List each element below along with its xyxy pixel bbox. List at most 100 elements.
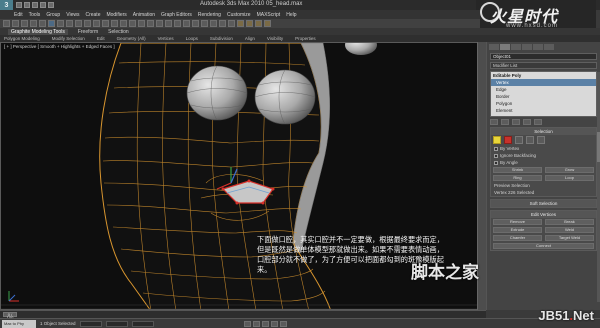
selection-region-icon[interactable] xyxy=(66,20,73,27)
remove-button[interactable]: Remove xyxy=(493,219,542,225)
ribbon-align[interactable]: Align xyxy=(245,36,255,41)
ribbon-modify-selection[interactable]: Modify Selection xyxy=(52,36,85,41)
spinner-snap-icon[interactable] xyxy=(165,20,172,27)
redo-icon[interactable] xyxy=(48,2,54,8)
create-tab-icon[interactable] xyxy=(489,44,499,50)
soft-selection-title[interactable]: Soft Selection xyxy=(491,200,596,207)
pin-stack-icon[interactable] xyxy=(490,119,498,125)
menu-views[interactable]: Views xyxy=(66,12,79,18)
application-button[interactable]: 3 xyxy=(0,0,13,10)
utilities-tab-icon[interactable] xyxy=(544,44,554,50)
select-object-icon[interactable] xyxy=(48,20,55,27)
shrink-button[interactable]: Shrink xyxy=(493,167,542,173)
ring-button[interactable]: Ring xyxy=(493,175,542,181)
menu-edit[interactable]: Edit xyxy=(14,12,23,18)
ribbon-vertices[interactable]: Vertices xyxy=(158,36,174,41)
tab-selection[interactable]: Selection xyxy=(108,29,129,35)
go-to-start-icon[interactable] xyxy=(243,320,251,327)
pivot-center-icon[interactable] xyxy=(120,20,127,27)
remove-modifier-icon[interactable] xyxy=(523,119,531,125)
named-selection-icon[interactable] xyxy=(174,20,181,27)
ribbon-properties[interactable]: Properties xyxy=(295,36,316,41)
stack-item-polygon[interactable]: Polygon xyxy=(491,100,596,107)
ribbon-visibility[interactable]: Visibility xyxy=(267,36,283,41)
bind-space-warp-icon[interactable] xyxy=(39,20,46,27)
edit-vertices-title[interactable]: Edit Vertices xyxy=(491,211,596,218)
percent-snap-icon[interactable] xyxy=(156,20,163,27)
next-frame-icon[interactable] xyxy=(270,320,278,327)
stack-item-edge[interactable]: Edge xyxy=(491,86,596,93)
vertex-level-icon[interactable] xyxy=(493,136,501,144)
align-icon[interactable] xyxy=(192,20,199,27)
make-unique-icon[interactable] xyxy=(512,119,520,125)
ribbon-polygon-modeling[interactable]: Polygon Modeling xyxy=(4,36,40,41)
polygon-level-icon[interactable] xyxy=(526,136,534,144)
redo-tool-icon[interactable] xyxy=(12,20,19,27)
grow-button[interactable]: Grow xyxy=(545,167,594,173)
quick-render-icon[interactable] xyxy=(264,20,271,27)
save-file-icon[interactable] xyxy=(32,2,38,8)
menu-help[interactable]: Help xyxy=(286,12,296,18)
menu-maxscript[interactable]: MAXScript xyxy=(257,12,281,18)
maxscript-listener[interactable]: Max to Phy xyxy=(2,319,36,328)
tab-graphite-modeling[interactable]: Graphite Modeling Tools xyxy=(8,28,68,35)
stack-item-element[interactable]: Element xyxy=(491,107,596,114)
loop-button[interactable]: Loop xyxy=(545,175,594,181)
window-crossing-icon[interactable] xyxy=(75,20,82,27)
z-coordinate-field[interactable] xyxy=(131,320,154,327)
graphite-toggle-icon[interactable] xyxy=(210,20,217,27)
reference-coord-icon[interactable] xyxy=(111,20,118,27)
timeline[interactable]: 0 / 100 xyxy=(0,310,486,320)
menu-modifiers[interactable]: Modifiers xyxy=(106,12,126,18)
menu-animation[interactable]: Animation xyxy=(133,12,155,18)
render-setup-icon[interactable] xyxy=(246,20,253,27)
break-button[interactable]: Break xyxy=(545,219,594,225)
new-file-icon[interactable] xyxy=(16,2,22,8)
motion-tab-icon[interactable] xyxy=(522,44,532,50)
menu-graph-editors[interactable]: Graph Editors xyxy=(161,12,192,18)
target-weld-button[interactable]: Target Weld xyxy=(545,235,594,241)
snap-toggle-icon[interactable] xyxy=(138,20,145,27)
stack-editable-poly[interactable]: Editable Poly xyxy=(491,72,596,79)
mirror-icon[interactable] xyxy=(183,20,190,27)
select-scale-icon[interactable] xyxy=(102,20,109,27)
modify-tab-icon[interactable] xyxy=(500,44,510,50)
perspective-viewport[interactable]: [ + ] Perspective [ Smooth + Highlights … xyxy=(0,42,486,310)
ribbon-subdivision[interactable]: Subdivision xyxy=(210,36,233,41)
element-level-icon[interactable] xyxy=(537,136,545,144)
layer-manager-icon[interactable] xyxy=(201,20,208,27)
unlink-icon[interactable] xyxy=(30,20,37,27)
undo-tool-icon[interactable] xyxy=(3,20,10,27)
selection-rollout-title[interactable]: Selection xyxy=(491,128,596,135)
menu-customize[interactable]: Customize xyxy=(227,12,251,18)
link-icon[interactable] xyxy=(21,20,28,27)
y-coordinate-field[interactable] xyxy=(105,320,128,327)
menu-group[interactable]: Group xyxy=(46,12,60,18)
undo-icon[interactable] xyxy=(40,2,46,8)
configure-sets-icon[interactable] xyxy=(534,119,542,125)
select-rotate-icon[interactable] xyxy=(93,20,100,27)
select-manipulate-icon[interactable] xyxy=(129,20,136,27)
ribbon-edit[interactable]: Edit xyxy=(97,36,105,41)
hierarchy-tab-icon[interactable] xyxy=(511,44,521,50)
ignore-backfacing-checkbox[interactable] xyxy=(494,153,498,158)
connect-button[interactable]: Connect xyxy=(493,243,594,249)
show-end-result-icon[interactable] xyxy=(501,119,509,125)
time-slider[interactable]: 0 / 100 xyxy=(3,312,17,320)
go-to-end-icon[interactable] xyxy=(279,320,287,327)
modifier-list-dropdown[interactable]: Modifier List xyxy=(490,62,597,69)
select-by-name-icon[interactable] xyxy=(57,20,64,27)
material-editor-icon[interactable] xyxy=(237,20,244,27)
schematic-view-icon[interactable] xyxy=(228,20,235,27)
menu-create[interactable]: Create xyxy=(85,12,100,18)
by-vertex-checkbox[interactable] xyxy=(494,146,498,151)
edge-level-icon[interactable] xyxy=(504,136,512,144)
viewport-label[interactable]: [ + ] Perspective [ Smooth + Highlights … xyxy=(4,44,115,49)
angle-snap-icon[interactable] xyxy=(147,20,154,27)
object-name-field[interactable]: Object01 xyxy=(490,53,597,60)
display-tab-icon[interactable] xyxy=(533,44,543,50)
menu-rendering[interactable]: Rendering xyxy=(198,12,221,18)
previous-frame-icon[interactable] xyxy=(252,320,260,327)
stack-item-vertex[interactable]: Vertex xyxy=(491,79,596,86)
by-angle-checkbox[interactable] xyxy=(494,160,498,165)
